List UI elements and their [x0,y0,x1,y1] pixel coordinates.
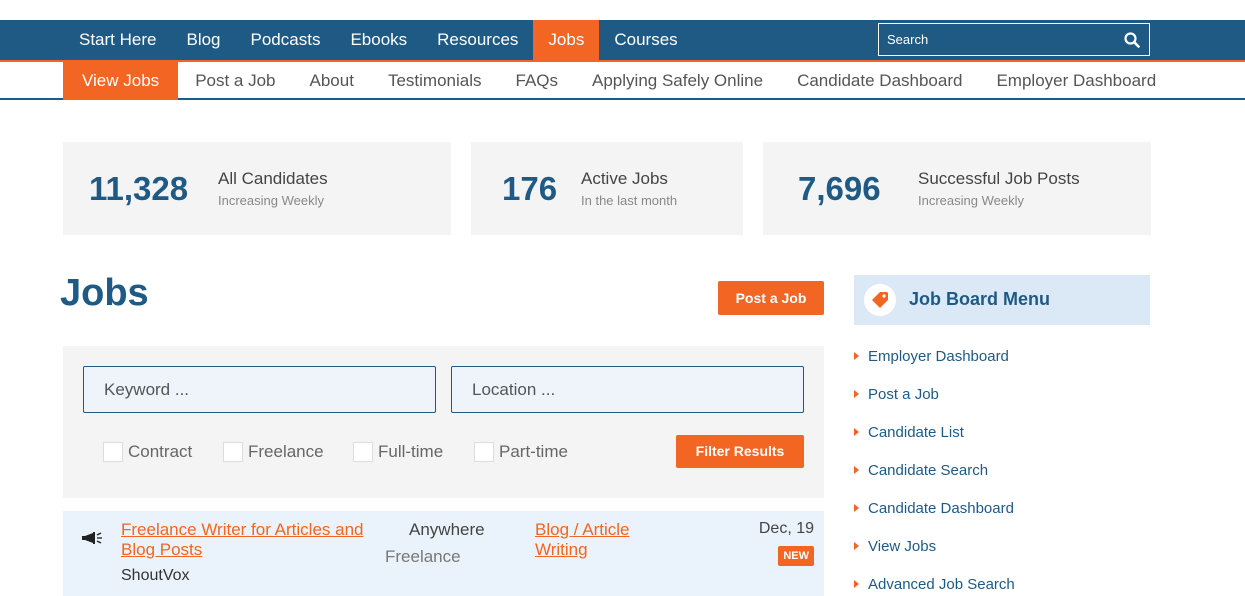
subnav-testimonials[interactable]: Testimonials [371,62,499,100]
sidebar-item-label: Candidate Search [868,461,989,479]
sidebar-item-label: Post a Job [868,385,939,403]
sub-navigation: View Jobs Post a Job About Testimonials … [0,62,1245,100]
job-listing-row[interactable]: Freelance Writer for Articles and Blog P… [63,511,824,596]
sidebar-item-label: Candidate List [868,423,964,441]
stat-label: Active Jobs [581,169,668,188]
checkbox-label: Part-time [499,442,568,461]
job-category-link[interactable]: Blog / Article Writing [535,520,655,560]
search-input[interactable] [879,24,1115,55]
stat-label: Successful Job Posts [918,169,1080,188]
topnav-podcasts[interactable]: Podcasts [236,20,336,60]
sidebar-item-post-a-job[interactable]: Post a Job [854,375,1015,413]
sidebar-item-label: Employer Dashboard [868,347,1009,365]
stat-active-jobs: 176 Active Jobs In the last month [471,142,743,235]
filter-full-time-checkbox[interactable]: Full-time [353,442,443,462]
sidebar-item-label: Advanced Job Search [868,575,1015,593]
search-box [878,23,1150,56]
top-navigation: Start Here Blog Podcasts Ebooks Resource… [0,20,1245,60]
sidebar-title: Job Board Menu [909,289,1051,309]
sidebar-item-candidate-dashboard[interactable]: Candidate Dashboard [854,489,1015,527]
job-board-menu-list: Employer Dashboard Post a Job Candidate … [854,337,1015,596]
search-icon [1124,31,1140,48]
arrow-right-icon [854,580,859,588]
arrow-right-icon [854,542,859,550]
job-type: Freelance [385,547,461,566]
stat-sublabel: Increasing Weekly [218,193,324,208]
checkbox-label: Contract [128,442,193,461]
sidebar-item-employer-dashboard[interactable]: Employer Dashboard [854,337,1015,375]
stat-sublabel: Increasing Weekly [918,193,1024,208]
topnav-resources[interactable]: Resources [422,20,533,60]
arrow-right-icon [854,352,859,360]
keyword-input[interactable] [83,366,436,413]
stat-successful-job-posts: 7,696 Successful Job Posts Increasing We… [763,142,1151,235]
job-board-menu-header: Job Board Menu [854,275,1150,325]
new-badge: NEW [778,546,814,566]
arrow-right-icon [854,390,859,398]
subnav-about[interactable]: About [293,62,371,100]
job-location: Anywhere [409,520,485,539]
sidebar-item-view-jobs[interactable]: View Jobs [854,527,1015,565]
tag-icon-circle [864,284,896,316]
sub-nav-menu: View Jobs Post a Job About Testimonials … [63,62,1173,100]
topnav-ebooks[interactable]: Ebooks [335,20,422,60]
checkbox[interactable] [103,442,123,462]
filter-part-time-checkbox[interactable]: Part-time [474,442,568,462]
subnav-applying-safely-online[interactable]: Applying Safely Online [575,62,780,100]
stat-all-candidates: 11,328 All Candidates Increasing Weekly [63,142,451,235]
subnav-faqs[interactable]: FAQs [499,62,576,100]
checkbox-label: Full-time [378,442,444,461]
stat-sublabel: In the last month [581,193,678,208]
filter-freelance-checkbox[interactable]: Freelance [223,442,324,462]
stat-number: 11,328 [89,170,189,207]
job-company: ShoutVox [121,567,190,584]
topnav-blog[interactable]: Blog [171,20,235,60]
sidebar-item-label: View Jobs [868,537,937,555]
subnav-candidate-dashboard[interactable]: Candidate Dashboard [780,62,979,100]
location-input[interactable] [451,366,804,413]
stat-number: 7,696 [798,170,881,207]
page-title: Jobs [60,272,149,314]
post-a-job-button[interactable]: Post a Job [718,281,824,315]
arrow-right-icon [854,504,859,512]
job-title-link[interactable]: Freelance Writer for Articles and Blog P… [121,520,381,560]
megaphone-icon [82,532,102,544]
tag-icon [872,292,888,308]
stat-label: All Candidates [218,169,328,188]
checkbox[interactable] [223,442,243,462]
topnav-start-here[interactable]: Start Here [64,20,171,60]
topnav-courses[interactable]: Courses [599,20,692,60]
subnav-employer-dashboard[interactable]: Employer Dashboard [979,62,1173,100]
job-filter-panel: Contract Freelance Full-time Part-time F… [63,346,824,498]
sidebar-item-candidate-list[interactable]: Candidate List [854,413,1015,451]
sidebar-item-advanced-job-search[interactable]: Advanced Job Search [854,565,1015,596]
sidebar-item-label: Candidate Dashboard [868,499,1014,517]
subnav-post-a-job[interactable]: Post a Job [178,62,292,100]
arrow-right-icon [854,428,859,436]
topnav-jobs[interactable]: Jobs [533,20,600,60]
search-button[interactable] [1115,24,1149,55]
checkbox[interactable] [474,442,494,462]
checkbox-label: Freelance [248,442,324,461]
checkbox[interactable] [353,442,373,462]
filter-contract-checkbox[interactable]: Contract [103,442,192,462]
job-date: Dec, 19 [758,520,814,537]
stat-number: 176 [502,170,558,207]
filter-results-button[interactable]: Filter Results [676,435,804,468]
top-nav-menu: Start Here Blog Podcasts Ebooks Resource… [64,20,693,60]
sidebar-item-candidate-search[interactable]: Candidate Search [854,451,1015,489]
subnav-view-jobs[interactable]: View Jobs [63,62,179,100]
arrow-right-icon [854,466,859,474]
